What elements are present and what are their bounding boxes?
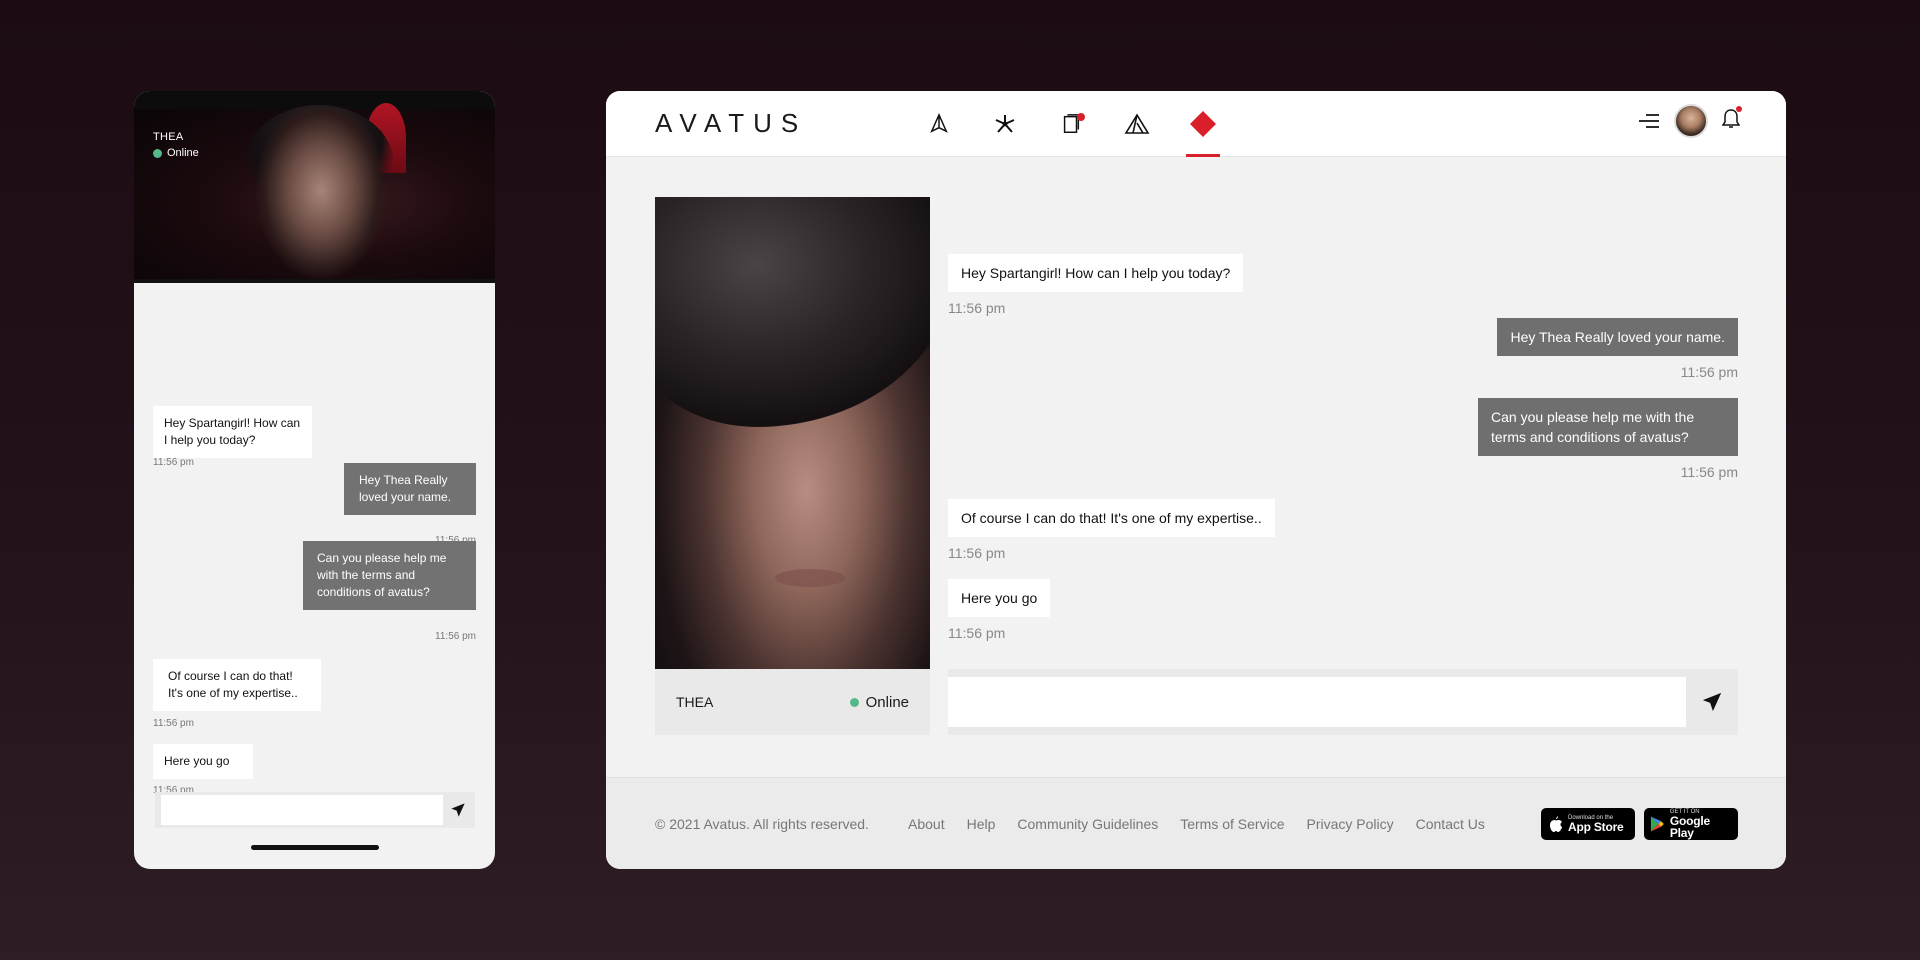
footer-link-terms[interactable]: Terms of Service bbox=[1180, 816, 1284, 832]
apple-icon bbox=[1550, 815, 1562, 832]
message-composer bbox=[948, 669, 1738, 735]
mountain-icon bbox=[1124, 113, 1150, 134]
mobile-message-input[interactable] bbox=[161, 795, 443, 825]
mobile-message-3-time: 11:56 pm bbox=[435, 631, 476, 642]
top-navbar: AVATUS bbox=[606, 91, 1786, 157]
menu-icon[interactable] bbox=[1638, 112, 1660, 130]
mobile-assistant-name: THEA bbox=[153, 131, 184, 143]
diamond-icon bbox=[1190, 111, 1216, 137]
home-indicator[interactable] bbox=[251, 845, 379, 850]
message-2-time: 11:56 pm bbox=[1680, 364, 1738, 380]
nav-item-mountain[interactable] bbox=[1104, 91, 1170, 157]
google-play-big-text: Google Play bbox=[1669, 813, 1710, 840]
mobile-chat-screen: THEA Online Hey Spartangirl! How can I h… bbox=[134, 91, 495, 869]
send-icon bbox=[1702, 692, 1722, 712]
footer-link-community-guidelines[interactable]: Community Guidelines bbox=[1017, 816, 1158, 832]
desktop-chat-screen: AVATUS THEA Online Hey Spartangirl! How … bbox=[606, 91, 1786, 869]
mobile-status-text: Online bbox=[167, 147, 199, 159]
message-5: Here you go bbox=[948, 579, 1051, 617]
mobile-status: Online bbox=[153, 147, 199, 159]
nav-item-diamond[interactable] bbox=[1170, 91, 1236, 157]
online-dot-icon bbox=[153, 148, 162, 158]
send-button[interactable] bbox=[1686, 691, 1738, 713]
send-icon bbox=[451, 803, 465, 817]
notification-badge bbox=[1077, 113, 1085, 121]
message-3-time: 11:56 pm bbox=[1680, 464, 1738, 480]
message-3: Can you please help me with the terms an… bbox=[1478, 398, 1738, 456]
app-store-badges: Download on the App Store GET IT ON Goog… bbox=[1541, 807, 1738, 840]
mobile-message-5: Here you go bbox=[153, 744, 253, 779]
footer: © 2021 Avatus. All rights reserved. Abou… bbox=[606, 777, 1786, 869]
footer-link-contact[interactable]: Contact Us bbox=[1416, 816, 1485, 832]
status-text: Online bbox=[865, 693, 909, 711]
google-play-icon bbox=[1650, 816, 1664, 831]
message-1: Hey Spartangirl! How can I help you toda… bbox=[948, 254, 1244, 292]
message-2: Hey Thea Really loved your name. bbox=[1497, 318, 1738, 356]
mobile-message-1-time: 11:56 pm bbox=[153, 457, 194, 468]
assistant-name: THEA bbox=[676, 694, 714, 710]
message-input[interactable] bbox=[948, 677, 1686, 727]
mobile-send-button[interactable] bbox=[443, 802, 473, 818]
footer-link-about[interactable]: About bbox=[908, 816, 945, 832]
user-controls bbox=[1638, 104, 1742, 138]
network-icon bbox=[995, 115, 1015, 133]
message-5-time: 11:56 pm bbox=[948, 625, 1006, 641]
mobile-message-3: Can you please help me with the terms an… bbox=[303, 541, 476, 610]
message-4: Of course I can do that! It's one of my … bbox=[948, 499, 1275, 537]
app-store-big-text: App Store bbox=[1568, 819, 1624, 834]
nav-item-network[interactable] bbox=[972, 91, 1038, 157]
mobile-avatar-video: THEA Online bbox=[134, 91, 495, 283]
avatar-face bbox=[256, 109, 386, 279]
message-4-time: 11:56 pm bbox=[948, 545, 1006, 561]
pyramid-icon bbox=[930, 113, 948, 133]
nav-item-documents[interactable] bbox=[1038, 91, 1104, 157]
user-avatar[interactable] bbox=[1674, 104, 1708, 138]
app-store-button[interactable]: Download on the App Store bbox=[1541, 807, 1635, 840]
footer-link-help[interactable]: Help bbox=[967, 816, 996, 832]
avatar-hair bbox=[655, 197, 930, 427]
mobile-message-1: Hey Spartangirl! How can I help you toda… bbox=[153, 406, 312, 458]
nav-item-pyramid[interactable] bbox=[906, 91, 972, 157]
footer-link-privacy[interactable]: Privacy Policy bbox=[1306, 816, 1393, 832]
mobile-composer bbox=[155, 792, 475, 828]
mobile-message-4: Of course I can do that! It's one of my … bbox=[153, 659, 321, 711]
online-dot-icon bbox=[849, 697, 859, 707]
avatar-caption-bar: THEA Online bbox=[655, 669, 930, 735]
notifications-button[interactable] bbox=[1721, 105, 1742, 135]
footer-links: About Help Community Guidelines Terms of… bbox=[908, 816, 1485, 832]
avatar-video bbox=[655, 197, 930, 669]
status-indicator: Online bbox=[849, 693, 909, 711]
avatar-lips bbox=[775, 569, 845, 587]
notification-dot bbox=[1736, 105, 1742, 112]
google-play-button[interactable]: GET IT ON Google Play bbox=[1644, 807, 1738, 840]
brand-logo[interactable]: AVATUS bbox=[655, 108, 807, 139]
mobile-message-4-time: 11:56 pm bbox=[153, 718, 194, 729]
mobile-message-2: Hey Thea Really loved your name. bbox=[344, 463, 476, 515]
main-nav bbox=[906, 91, 1236, 157]
copyright-text: © 2021 Avatus. All rights reserved. bbox=[655, 815, 869, 832]
message-1-time: 11:56 pm bbox=[948, 300, 1006, 316]
